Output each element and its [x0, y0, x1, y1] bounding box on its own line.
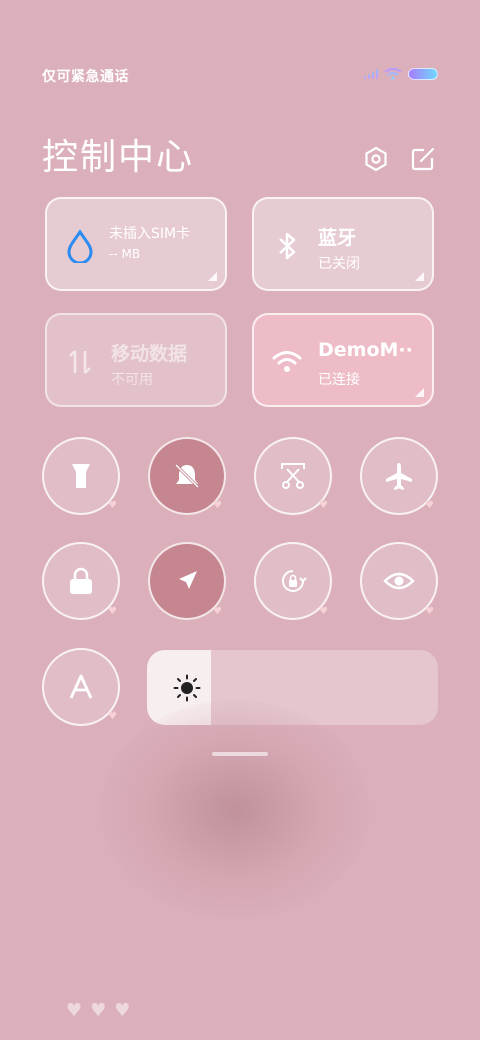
corner-arrow-icon	[208, 272, 217, 281]
heart-icon: ♥	[213, 500, 222, 511]
tile-line1: 未插入SIM卡	[109, 226, 191, 242]
tile-wifi[interactable]: DemoM·· 已连接	[252, 313, 434, 407]
airplane-icon	[386, 463, 412, 490]
data-arrows-icon	[69, 350, 91, 374]
tile-bluetooth[interactable]: 蓝牙 已关闭	[252, 197, 434, 291]
settings-icon[interactable]	[363, 146, 389, 172]
heart-icon: ♥	[213, 606, 222, 617]
status-icons	[364, 68, 438, 80]
location-arrow-icon	[179, 571, 197, 589]
tile-line2: 不可用	[111, 372, 153, 388]
hearts-decoration: ♥♥♥	[66, 1000, 139, 1021]
corner-arrow-icon	[415, 272, 424, 281]
lock-icon	[70, 567, 92, 594]
eye-icon	[383, 572, 415, 590]
bluetooth-icon	[279, 232, 296, 260]
tile-line1: DemoM··	[318, 339, 413, 361]
scissors-icon	[281, 463, 305, 489]
edit-icon[interactable]	[410, 146, 436, 172]
status-carrier: 仅可紧急通话	[42, 69, 129, 85]
flashlight-icon	[72, 464, 90, 488]
tile-line2: 已关闭	[318, 256, 360, 272]
heart-icon: ♥	[108, 500, 117, 511]
tile-line2: -- MB	[109, 247, 141, 261]
battery-icon	[408, 68, 438, 80]
heart-icon: ♥	[319, 500, 328, 511]
heart-icon: ♥	[319, 606, 328, 617]
bell-off-icon	[174, 463, 200, 489]
wifi-icon	[384, 68, 402, 80]
heart-icon: ♥	[108, 711, 117, 722]
page-title: 控制中心	[42, 137, 195, 178]
tile-line2: 已连接	[318, 372, 360, 388]
signal-icon	[364, 69, 378, 79]
tile-line1: 移动数据	[111, 343, 188, 365]
tile-data-usage[interactable]: 未插入SIM卡 -- MB	[45, 197, 227, 291]
letter-a-icon	[69, 674, 93, 699]
rotation-lock-icon	[282, 570, 307, 592]
heart-icon: ♥	[425, 606, 434, 617]
tile-line1: 蓝牙	[318, 227, 357, 249]
corner-arrow-icon	[415, 388, 424, 397]
heart-icon: ♥	[108, 606, 117, 617]
sun-icon	[173, 674, 201, 702]
drag-handle[interactable]	[212, 752, 268, 756]
tile-mobile-data[interactable]: 移动数据 不可用	[45, 313, 227, 407]
water-drop-icon	[67, 229, 93, 263]
wallpaper-photo	[100, 700, 370, 920]
wifi-icon	[272, 351, 302, 372]
heart-icon: ♥	[425, 500, 434, 511]
